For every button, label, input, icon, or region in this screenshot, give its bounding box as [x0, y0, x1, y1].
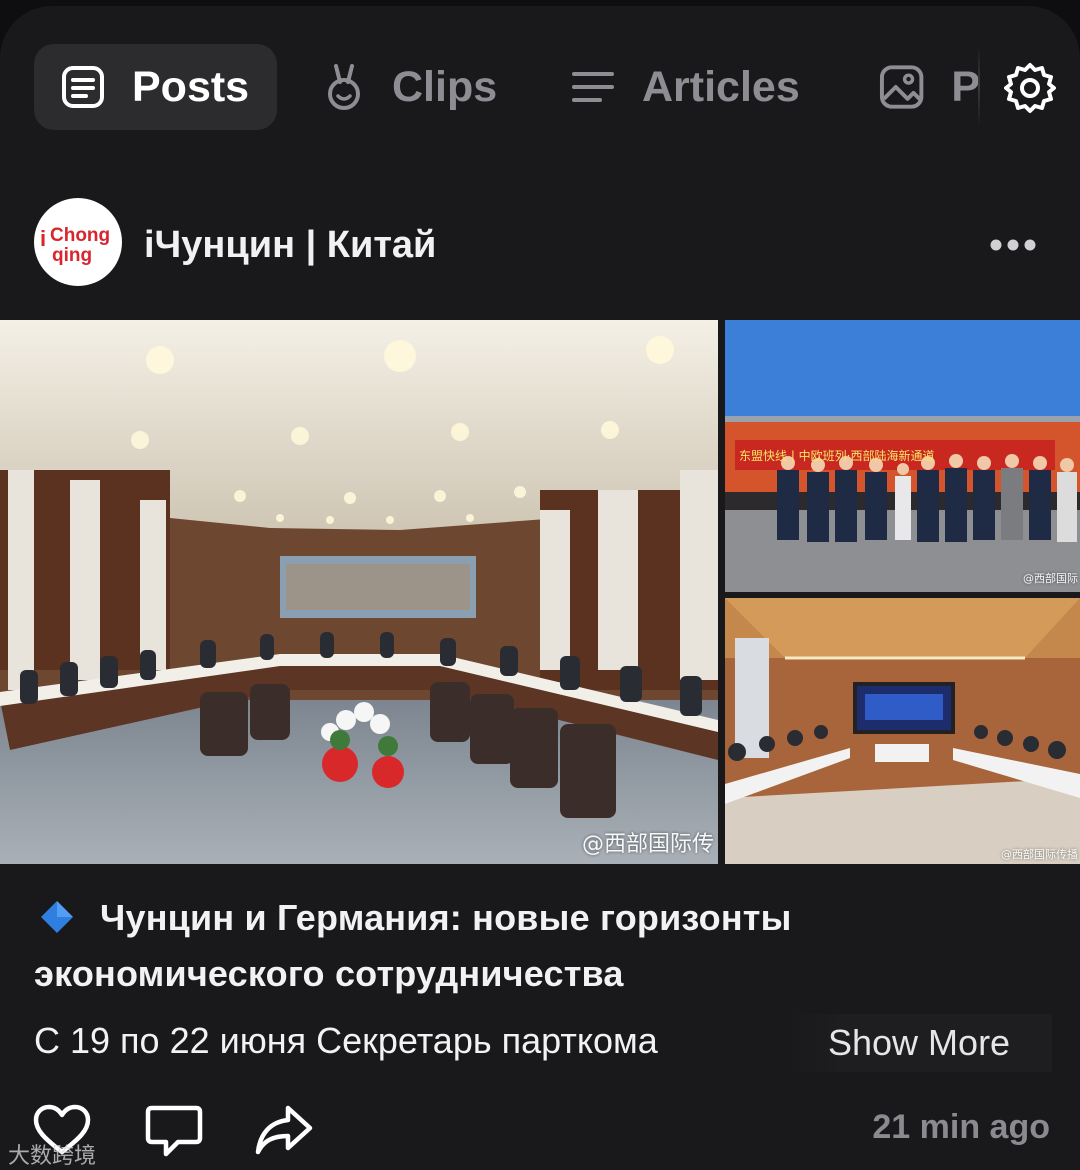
gear-icon[interactable]: [1004, 62, 1056, 114]
tab-photos-label: P: [951, 62, 980, 111]
blue-diamond-icon: [41, 901, 73, 933]
svg-text:Chong: Chong: [50, 225, 110, 246]
svg-text:qing: qing: [52, 245, 92, 266]
svg-text:东盟快线 | 中欧班列·西部陆海新通道: 东盟快线 | 中欧班列·西部陆海新通道: [739, 448, 935, 463]
tab-articles-label: Articles: [642, 62, 800, 111]
tab-articles[interactable]: Articles: [570, 44, 800, 130]
post-timestamp: 21 min ago: [872, 1108, 1050, 1146]
tab-posts[interactable]: Posts: [34, 44, 277, 130]
tab-clips[interactable]: Clips: [322, 44, 497, 130]
clips-icon: [328, 64, 360, 110]
comment-icon[interactable]: [144, 1102, 204, 1158]
avatar[interactable]: i Chong qing: [34, 198, 122, 286]
author-name[interactable]: iЧунцин | Китай: [144, 224, 436, 267]
corner-watermark: 大数跨境: [8, 1144, 97, 1169]
share-icon[interactable]: [254, 1102, 314, 1158]
post-body: С 19 по 22 июня Секретарь парткома: [34, 1020, 658, 1061]
post-title: Чунцин и Германия: новые горизонты эконо…: [34, 890, 1044, 1002]
app-frame: Posts Clips Articles P i Chong qing iЧун…: [0, 6, 1080, 1170]
image-watermark: @西部国际: [1023, 572, 1078, 585]
image-watermark: @西部国际传: [581, 832, 714, 857]
chongqing-logo: i Chong qing: [40, 225, 110, 266]
tab-posts-label: Posts: [132, 62, 250, 111]
tab-divider: [978, 46, 980, 126]
show-more-button[interactable]: Show More: [790, 1014, 1052, 1072]
svg-text:i: i: [40, 226, 46, 251]
tab-bar: Posts Clips Articles P: [0, 6, 1080, 136]
post-image-main[interactable]: @西部国际传: [0, 320, 718, 864]
tab-photos[interactable]: P: [878, 44, 980, 130]
post-image-meeting[interactable]: @西部国际传播: [725, 598, 1080, 864]
image-icon: [879, 65, 924, 109]
post-title-text: Чунцин и Германия: новые горизонты эконо…: [34, 897, 792, 994]
image-watermark: @西部国际传播: [1001, 848, 1078, 861]
document-icon: [62, 66, 104, 108]
post-image-train[interactable]: 东盟快线 | 中欧班列·西部陆海新通道 @西部国际: [725, 320, 1080, 592]
menu-lines-icon: [572, 72, 614, 102]
tab-clips-label: Clips: [392, 62, 498, 111]
ellipsis-icon[interactable]: [990, 238, 1036, 252]
